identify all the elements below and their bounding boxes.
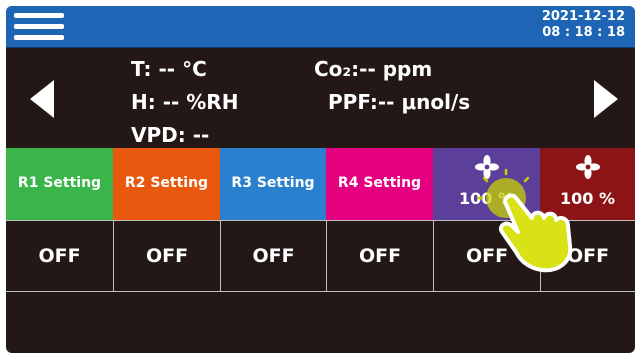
r2-setting-label: R2 Setting xyxy=(124,175,209,191)
co2-readout: Co₂:-- ppm xyxy=(314,57,433,81)
main-screen: 2021-12-12 08 : 18 : 18 T: -- °C H: -- %… xyxy=(6,6,635,353)
r4-setting-label: R4 Setting xyxy=(337,175,422,191)
datetime-display: 2021-12-12 08 : 18 : 18 xyxy=(505,9,625,41)
arrow-right-icon[interactable] xyxy=(594,80,618,118)
r1-state-button[interactable]: OFF xyxy=(6,221,113,291)
r3-setting-label: R3 Setting xyxy=(231,175,315,191)
r4-setting-button[interactable]: R4 Setting xyxy=(326,148,433,220)
r2-state-button[interactable]: OFF xyxy=(113,221,220,291)
r1-setting-label: R1 Setting xyxy=(17,175,102,191)
sensor-panel: T: -- °C H: -- %RH VPD: -- Co₂:-- ppm PP… xyxy=(6,47,635,148)
date-text: 2021-12-12 xyxy=(541,9,625,24)
vpd-readout: VPD: -- xyxy=(131,123,210,147)
ppf-readout: PPF:-- μnol/s xyxy=(328,90,471,114)
pointing-hand-icon xyxy=(476,168,573,273)
time-text: 08 : 18 : 18 xyxy=(542,25,625,40)
top-bar: 2021-12-12 08 : 18 : 18 xyxy=(6,6,635,48)
arrow-left-icon[interactable] xyxy=(30,80,54,118)
r3-state-button[interactable]: OFF xyxy=(220,221,326,291)
temperature-readout: T: -- °C xyxy=(131,57,207,81)
r2-setting-button[interactable]: R2 Setting xyxy=(113,148,220,220)
r4-state-button[interactable]: OFF xyxy=(326,221,433,291)
menu-icon[interactable] xyxy=(14,11,64,43)
r3-setting-button[interactable]: R3 Setting xyxy=(220,148,326,220)
r1-setting-button[interactable]: R1 Setting xyxy=(6,148,113,220)
humidity-readout: H: -- %RH xyxy=(131,90,239,114)
